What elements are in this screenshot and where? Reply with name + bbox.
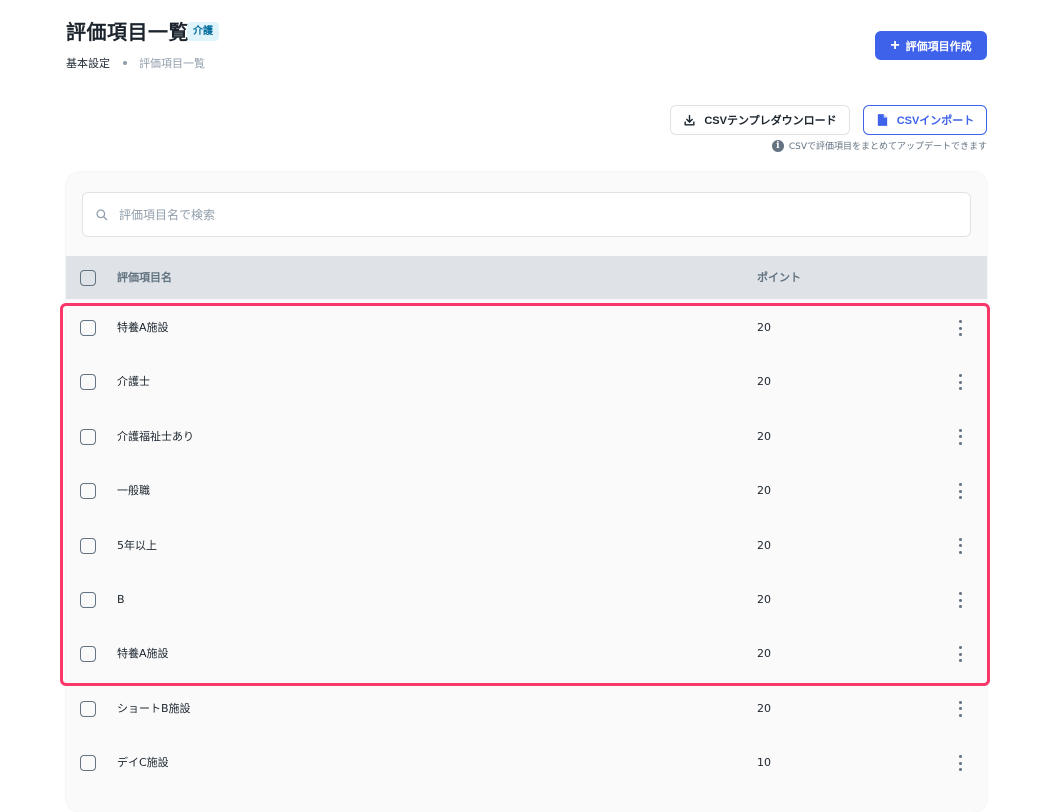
plus-icon: + <box>890 36 900 54</box>
table-row[interactable]: ショートB施設 20 <box>66 682 987 736</box>
search-input[interactable] <box>117 206 921 223</box>
table-row[interactable]: 一般職 20 <box>66 464 987 518</box>
column-header-points[interactable]: ポイント <box>757 256 801 299</box>
row-checkbox[interactable] <box>80 592 96 608</box>
file-icon <box>877 114 887 126</box>
item-name-cell: 介護士 <box>117 375 150 389</box>
table-row[interactable]: 介護士 20 <box>66 355 987 409</box>
item-points-cell: 20 <box>757 375 771 389</box>
csv-helper-text: i CSVで評価項目をまとめてアップデートできます <box>771 139 987 152</box>
breadcrumb: 基本設定 評価項目一覧 <box>66 55 205 71</box>
item-name-cell: 特養A施設 <box>117 321 169 334</box>
row-checkbox[interactable] <box>80 700 96 717</box>
csv-template-download-label: CSVテンプレダウンロード <box>704 115 837 127</box>
select-all-checkbox[interactable] <box>80 270 96 286</box>
item-points-cell: 20 <box>757 701 771 715</box>
table-row[interactable]: 特養A施設 20 <box>66 301 987 355</box>
table-row[interactable]: 介護福祉士あり 20 <box>66 410 987 464</box>
item-points-cell: 20 <box>757 484 771 498</box>
table-header: 評価項目名 ポイント <box>66 256 987 299</box>
info-icon: i <box>771 139 784 152</box>
item-points-cell: 20 <box>757 538 771 552</box>
column-header-name[interactable]: 評価項目名 <box>117 256 172 299</box>
breadcrumb-current: 評価項目一覧 <box>139 57 205 70</box>
csv-helper-label: CSVで評価項目をまとめてアップデートできます <box>788 142 987 152</box>
row-checkbox[interactable] <box>80 483 96 500</box>
csv-import-label: CSVインポート <box>896 115 975 127</box>
table-row[interactable]: 5年以上 20 <box>66 519 987 573</box>
more-vertical-icon[interactable] <box>950 537 970 554</box>
table-row[interactable]: デイC施設 10 <box>66 736 987 790</box>
csv-import-button[interactable]: CSVインポート <box>863 105 987 135</box>
row-checkbox[interactable] <box>80 755 96 772</box>
breadcrumb-link[interactable]: 基本設定 <box>66 55 110 71</box>
search-icon <box>96 208 108 220</box>
csv-template-download-button[interactable]: CSVテンプレダウンロード <box>670 105 850 135</box>
item-points-cell: 20 <box>757 647 771 661</box>
create-item-label: 評価項目作成 <box>905 40 972 53</box>
more-vertical-icon[interactable] <box>950 428 970 445</box>
create-item-button[interactable]: + 評価項目作成 <box>875 31 987 60</box>
more-vertical-icon[interactable] <box>950 320 970 336</box>
row-checkbox[interactable] <box>80 537 96 554</box>
item-points-cell: 20 <box>757 321 771 334</box>
table-row[interactable]: 特養A施設 20 <box>66 627 987 681</box>
more-vertical-icon[interactable] <box>950 592 970 608</box>
more-vertical-icon[interactable] <box>950 700 970 717</box>
items-table-card: 評価項目名 ポイント 特養A施設20介護士20介護福祉士あり20一般職205年以… <box>66 172 987 812</box>
search-box <box>82 192 971 237</box>
item-name-cell: 5年以上 <box>117 538 157 552</box>
item-name-cell: 特養A施設 <box>117 647 169 661</box>
more-vertical-icon[interactable] <box>950 755 970 772</box>
item-name-cell: 一般職 <box>117 484 150 498</box>
more-vertical-icon[interactable] <box>950 646 970 663</box>
row-checkbox[interactable] <box>80 320 96 336</box>
breadcrumb-separator <box>123 61 127 65</box>
page-title: 評価項目一覧 <box>66 20 189 44</box>
item-points-cell: 20 <box>757 429 771 443</box>
item-name-cell: ショートB施設 <box>117 701 191 715</box>
item-points-cell: 10 <box>757 756 771 770</box>
row-checkbox[interactable] <box>80 646 96 663</box>
item-name-cell: 介護福祉士あり <box>117 429 194 443</box>
item-points-cell: 20 <box>757 593 771 606</box>
item-name-cell: B <box>117 593 125 606</box>
row-checkbox[interactable] <box>80 428 96 445</box>
category-badge: 介護 <box>187 22 219 41</box>
more-vertical-icon[interactable] <box>950 483 970 500</box>
item-name-cell: デイC施設 <box>117 756 169 770</box>
table-row[interactable]: B 20 <box>66 573 987 627</box>
more-vertical-icon[interactable] <box>950 374 970 391</box>
download-icon <box>684 114 695 126</box>
row-checkbox[interactable] <box>80 374 96 391</box>
